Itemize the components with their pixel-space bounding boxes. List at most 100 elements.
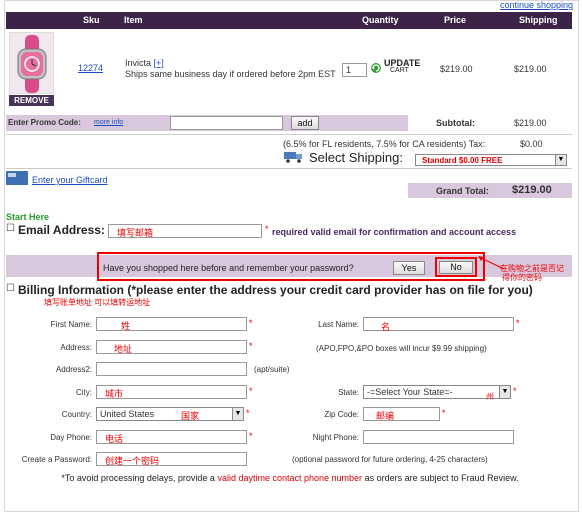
password-label: Create a Password: (21, 455, 92, 464)
day-phone-field[interactable]: 电话 (96, 430, 247, 444)
grand-total-label: Grand Total: (436, 186, 489, 196)
last-name-field[interactable]: 名 (363, 317, 514, 332)
promo-label: Enter Promo Code: (8, 118, 81, 127)
city-field[interactable]: 城市 (96, 385, 247, 399)
address2-label: Address2: (55, 365, 92, 374)
item-price: $219.00 (440, 64, 473, 74)
promo-code-input[interactable] (170, 116, 283, 130)
state-label: State: (338, 388, 359, 397)
password-annotation: 创建一个密码 (105, 456, 160, 466)
refresh-icon (371, 63, 381, 73)
zip-field[interactable]: 邮编 (363, 407, 440, 421)
item-expand-link[interactable]: [+] (154, 58, 164, 68)
country-select-value: United States (100, 409, 155, 419)
item-shipping: $219.00 (514, 64, 547, 74)
required-marker: * (249, 386, 253, 396)
add-promo-button[interactable]: add (291, 116, 319, 130)
address-label: Address: (60, 343, 92, 352)
yes-button[interactable]: Yes (393, 261, 425, 275)
required-marker: * (265, 224, 269, 234)
email-heading: Email Address: (18, 223, 105, 237)
start-here-label: Start Here (6, 212, 50, 222)
night-phone-field[interactable] (363, 430, 514, 444)
remove-button[interactable]: REMOVE (9, 95, 54, 106)
apt-note: (apt/suite) (254, 365, 290, 374)
divider (6, 168, 572, 169)
required-marker: * (249, 431, 253, 441)
required-marker: * (513, 386, 517, 396)
col-sku: Sku (83, 15, 100, 25)
city-label: City: (76, 388, 92, 397)
address2-field[interactable] (96, 362, 247, 376)
email-note: required valid email for confirmation an… (272, 227, 517, 237)
first-name-annotation: 姓 (121, 321, 131, 331)
chevron-down-icon: ▼ (232, 408, 243, 420)
shipping-select[interactable]: Standard $0.00 FREE ▼ (415, 154, 567, 166)
divider (6, 134, 572, 135)
grand-total-value: $219.00 (512, 184, 552, 196)
item-name: Invicta (125, 58, 152, 68)
address-annotation: 地址 (114, 344, 133, 354)
truck-icon (284, 152, 302, 163)
chevron-down-icon: ▼ (555, 155, 566, 165)
required-marker: * (516, 318, 520, 328)
giftcard-icon (6, 171, 28, 185)
footer-suffix: as orders are subject to Fraud Review. (364, 473, 519, 483)
no-button[interactable]: No (439, 261, 473, 274)
watch-icon (17, 35, 47, 93)
night-phone-label: Night Phone: (312, 433, 359, 442)
phone-annotation: 电话 (105, 434, 124, 444)
password-note: (optional password for future ordering, … (292, 455, 488, 464)
cart-header: Sku Item Quantity Price Shipping (6, 12, 572, 29)
product-image[interactable] (9, 32, 54, 94)
tax-text: (6.5% for FL residents, 7.5% for CA resi… (283, 139, 486, 149)
giftcard-link[interactable]: Enter your Giftcard (32, 175, 108, 185)
col-quantity: Quantity (362, 15, 399, 25)
address-field[interactable]: 地址 (96, 340, 247, 354)
chevron-down-icon: ▼ (499, 386, 510, 398)
billing-annotation: 填写账单地址 可以填转运地址 (44, 298, 151, 307)
shipping-select-value: Standard $0.00 FREE (422, 156, 503, 165)
col-price: Price (444, 15, 467, 25)
zip-label: Zip Code: (324, 410, 359, 419)
required-marker: * (246, 408, 250, 418)
country-select[interactable]: United States ▼ (96, 407, 244, 421)
state-select-value: -=Select Your State=- (367, 387, 453, 397)
subtotal-bar: Subtotal: $219.00 (408, 115, 572, 131)
sku-link[interactable]: 12274 (78, 63, 103, 73)
password-field[interactable]: 创建一个密码 (96, 452, 247, 466)
col-shipping: Shipping (519, 15, 558, 25)
last-name-annotation: 名 (381, 322, 391, 332)
grand-total-bar: Grand Total: $219.00 (408, 183, 572, 198)
state-annotation: 州 (486, 392, 494, 401)
last-name-label: Last Name: (318, 320, 359, 329)
billing-heading: Billing Information (*please enter the a… (18, 283, 533, 297)
country-annotation: 国家 (181, 411, 200, 421)
item-name-line: Invicta [+] (125, 58, 164, 68)
required-marker: * (249, 341, 253, 351)
continue-shopping-link[interactable]: continue shopping (500, 0, 573, 10)
footer-note: *To avoid processing delays, provide a v… (30, 472, 550, 484)
col-item: Item (124, 15, 143, 25)
subtotal-value: $219.00 (514, 118, 547, 128)
day-phone-label: Day Phone: (50, 433, 92, 442)
email-annotation: 填写邮箱 (117, 228, 154, 238)
update-cart-button[interactable]: UPDATE CART (370, 58, 422, 77)
email-field[interactable]: 填写邮箱 (108, 224, 262, 238)
required-marker: * (442, 408, 446, 418)
cart-label: CART (390, 67, 409, 74)
quantity-input[interactable]: 1 (342, 63, 367, 77)
first-name-label: First Name: (50, 320, 92, 329)
footer-prefix: *To avoid processing delays, provide a (61, 473, 215, 483)
country-label: Country: (61, 410, 92, 419)
tax-value: $0.00 (520, 139, 543, 149)
required-marker: * (249, 318, 253, 328)
city-annotation: 城市 (105, 389, 124, 399)
first-name-field[interactable]: 姓 (96, 317, 247, 331)
apo-note: (APO,FPO,&PO boxes will incur $9.99 ship… (316, 344, 487, 353)
select-shipping-label: Select Shipping: (309, 150, 403, 165)
more-info-link[interactable]: more info (94, 119, 123, 126)
item-ships-note: Ships same business day if ordered befor… (125, 69, 336, 79)
footer-red: valid daytime contact phone number (217, 473, 363, 483)
zip-annotation: 邮编 (376, 411, 395, 421)
